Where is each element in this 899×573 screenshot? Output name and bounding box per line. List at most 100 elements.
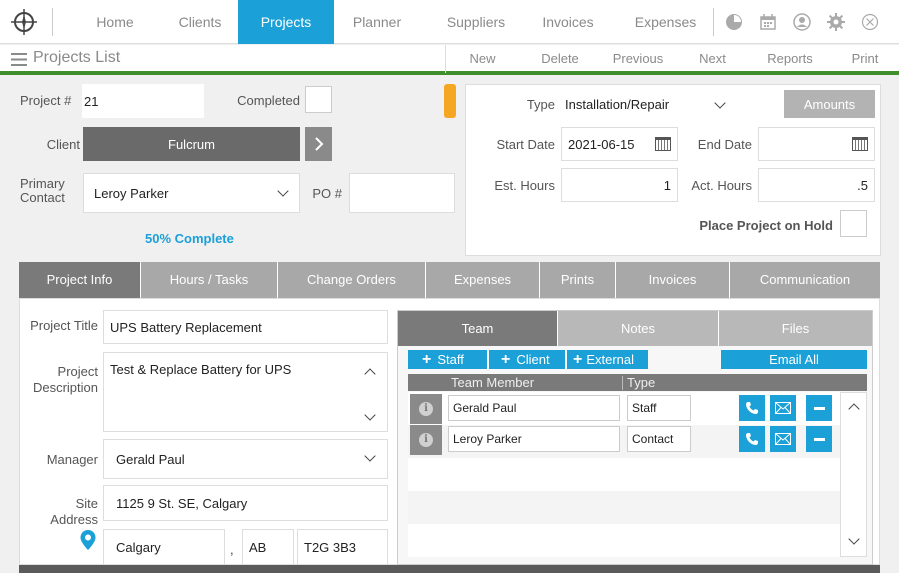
add-external-button[interactable]: + External	[567, 350, 648, 369]
project-title-field[interactable]: UPS Battery Replacement	[103, 310, 388, 344]
nav-home[interactable]: Home	[70, 0, 160, 44]
add-external-label: External	[586, 352, 635, 367]
site-address-field[interactable]: 1125 9 St. SE, Calgary	[103, 485, 388, 521]
col-type-divider	[622, 376, 623, 390]
type-label: Type	[526, 97, 555, 112]
close-icon[interactable]	[861, 13, 879, 31]
info-button[interactable]: i	[410, 425, 442, 455]
nav-expenses[interactable]: Expenses	[623, 0, 708, 44]
add-staff-label: Staff	[437, 352, 464, 367]
bottom-bar	[19, 565, 880, 573]
call-button[interactable]	[739, 395, 765, 421]
col-team-member: Team Member	[451, 375, 535, 390]
manager-select[interactable]: Gerald Paul	[103, 439, 388, 479]
email-all-label: Email All	[769, 352, 819, 367]
end-date-label: End Date	[697, 137, 752, 152]
postal-code-field[interactable]: T2G 3B3	[297, 529, 388, 565]
primary-contact-label: Primary Contact	[20, 176, 65, 205]
subtab-files[interactable]: Files	[718, 311, 872, 346]
gear-icon[interactable]	[827, 13, 845, 31]
tab-invoices[interactable]: Invoices	[616, 262, 730, 298]
add-client-label: Client	[516, 352, 550, 367]
reports-button[interactable]: Reports	[755, 45, 825, 73]
act-hours-field[interactable]: .5	[758, 168, 875, 202]
info-button[interactable]: i	[410, 394, 442, 424]
tab-change-orders[interactable]: Change Orders	[278, 262, 426, 298]
nav-invoices[interactable]: Invoices	[528, 0, 608, 44]
compass-logo-icon[interactable]	[10, 8, 38, 36]
tab-project-info[interactable]: Project Info	[19, 262, 141, 298]
add-staff-button[interactable]: + Staff	[408, 350, 487, 369]
client-open-button[interactable]	[305, 127, 332, 161]
calendar-icon[interactable]	[655, 137, 671, 151]
minus-icon	[813, 437, 825, 441]
team-member-type[interactable]: Staff	[627, 395, 691, 421]
primary-contact-select[interactable]: Leroy Parker	[83, 173, 300, 213]
add-client-button[interactable]: + Client	[489, 350, 565, 369]
est-hours-field[interactable]: 1	[561, 168, 678, 202]
menu-icon[interactable]	[11, 53, 27, 66]
nav-suppliers[interactable]: Suppliers	[436, 0, 516, 44]
previous-button[interactable]: Previous	[603, 45, 673, 73]
site-address-label: Site Address	[50, 496, 98, 527]
user-icon[interactable]	[793, 13, 811, 31]
completed-checkbox[interactable]	[305, 86, 332, 113]
team-member-name-value: Gerald Paul	[453, 401, 517, 415]
print-button[interactable]: Print	[840, 45, 890, 73]
subtab-notes[interactable]: Notes	[557, 311, 718, 346]
email-all-button[interactable]: Email All	[721, 350, 867, 369]
team-member-type-value: Contact	[632, 432, 674, 446]
email-button[interactable]	[770, 426, 796, 452]
tab-prints[interactable]: Prints	[540, 262, 616, 298]
city-field[interactable]: Calgary	[103, 529, 225, 565]
nav-clients[interactable]: Clients	[160, 0, 240, 44]
city-value: Calgary	[116, 539, 161, 555]
amounts-label: Amounts	[803, 96, 856, 112]
next-button[interactable]: Next	[690, 45, 735, 73]
team-member-type[interactable]: Contact	[627, 426, 691, 452]
new-button[interactable]: New	[455, 45, 510, 73]
project-description-value: Test & Replace Battery for UPS	[110, 362, 292, 377]
remove-button[interactable]	[806, 426, 832, 452]
sub-toolbar: Projects List New Delete Previous Next R…	[0, 45, 899, 75]
hold-checkbox[interactable]	[840, 210, 867, 237]
comma-separator: ,	[230, 542, 234, 557]
postal-code-value: T2G 3B3	[304, 539, 357, 555]
client-label: Client	[46, 137, 80, 152]
top-navigation: Home Clients Projects Planner Suppliers …	[0, 0, 899, 44]
col-type: Type	[627, 375, 656, 390]
status-indicator	[444, 84, 456, 118]
nav-projects[interactable]: Projects	[238, 0, 334, 44]
type-select[interactable]: Installation/Repair	[561, 89, 736, 119]
team-member-name-value: Leroy Parker	[453, 432, 522, 446]
map-pin-icon[interactable]	[80, 530, 96, 550]
hold-label: Place Project on Hold	[699, 218, 833, 233]
mail-icon	[775, 402, 791, 414]
remove-button[interactable]	[806, 395, 832, 421]
calendar-icon[interactable]	[852, 137, 868, 151]
call-button[interactable]	[739, 426, 765, 452]
po-label: PO #	[312, 186, 342, 201]
tab-communication[interactable]: Communication	[730, 262, 880, 298]
client-button[interactable]: Fulcrum	[83, 127, 300, 161]
amounts-button[interactable]: Amounts	[784, 90, 875, 118]
nav-planner[interactable]: Planner	[335, 0, 419, 44]
tab-expenses[interactable]: Expenses	[426, 262, 540, 298]
chevron-right-icon	[314, 137, 323, 151]
team-member-name[interactable]: Gerald Paul	[448, 395, 620, 421]
province-field[interactable]: AB	[242, 529, 294, 565]
subtab-team[interactable]: Team	[398, 311, 557, 346]
plus-icon: +	[573, 350, 583, 368]
tab-hours-tasks[interactable]: Hours / Tasks	[141, 262, 278, 298]
phone-icon	[746, 402, 758, 414]
calendar-icon[interactable]	[759, 13, 777, 31]
email-button[interactable]	[770, 395, 796, 421]
clock-icon[interactable]	[725, 13, 743, 31]
project-number-field[interactable]: 21	[82, 84, 204, 118]
team-member-name[interactable]: Leroy Parker	[448, 426, 620, 452]
po-field[interactable]	[349, 173, 455, 213]
project-description-label: Project Description	[32, 364, 98, 395]
delete-button[interactable]: Delete	[530, 45, 590, 73]
project-description-field[interactable]: Test & Replace Battery for UPS	[103, 352, 388, 432]
type-value: Installation/Repair	[565, 96, 670, 112]
